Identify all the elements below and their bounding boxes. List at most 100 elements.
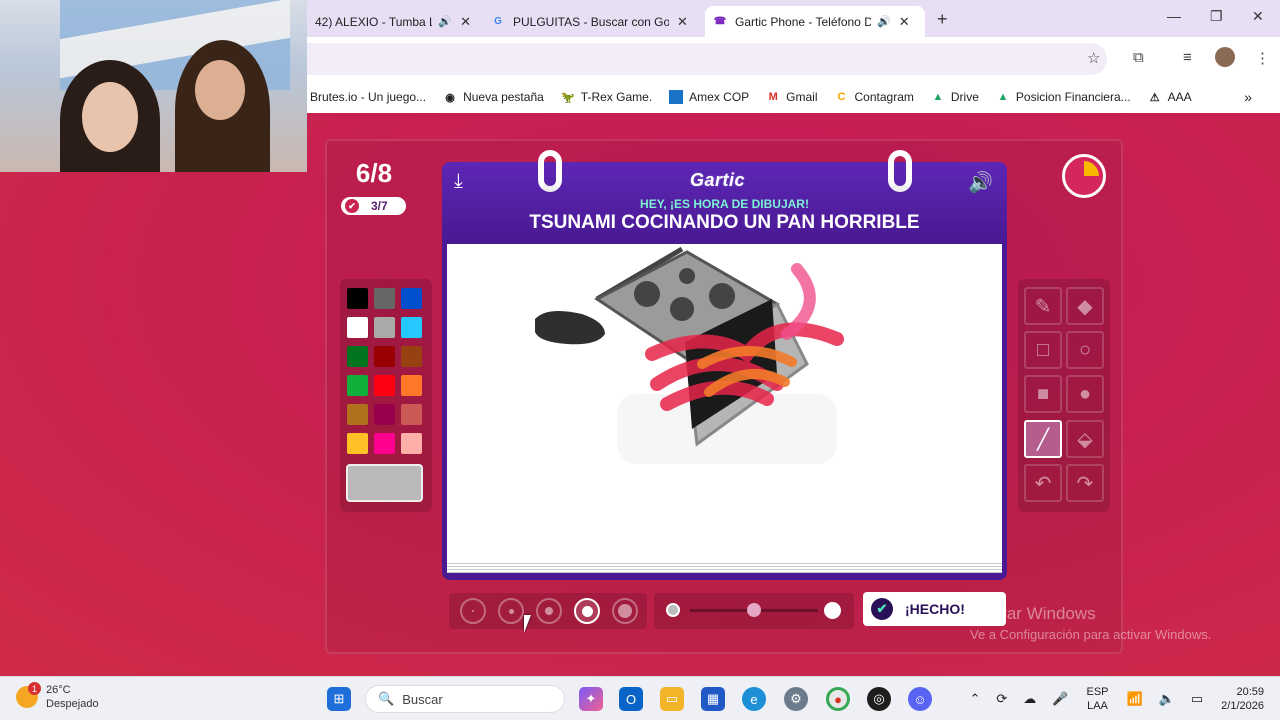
avatar[interactable] [1215,47,1235,67]
color-swatch[interactable] [401,317,422,338]
redo-icon[interactable]: ↷ [1066,464,1104,502]
color-swatch[interactable] [374,317,395,338]
wifi-icon[interactable]: 📶 [1127,691,1143,707]
weather-widget[interactable]: 1 26°C Despejado [16,682,99,711]
opacity-slider[interactable] [654,593,854,629]
ellipse-fill-tool-icon[interactable]: ● [1066,375,1104,413]
clock[interactable]: 20:59 2/1/2026 [1221,685,1264,713]
ellipse-outline-tool-icon[interactable]: ○ [1066,331,1104,369]
bookmark-item[interactable]: ◉ Nueva pestaña [443,90,544,104]
menu-icon[interactable]: ⋮ [1255,49,1270,67]
close-tab-icon[interactable]: ✕ [460,14,471,30]
color-swatch[interactable] [347,317,368,338]
color-swatch[interactable] [374,404,395,425]
bookmark-item[interactable]: ▲ Drive [931,90,979,104]
color-swatch[interactable] [347,375,368,396]
brush-size-option[interactable] [574,598,600,624]
copilot-icon[interactable]: ✦ [579,687,603,711]
omnibox[interactable] [307,43,1107,75]
chevron-up-icon[interactable]: ⌃ [969,691,980,707]
speaker-icon[interactable]: 🔈 [1159,691,1175,707]
color-swatch[interactable] [374,288,395,309]
bookmark-item[interactable]: ⚠ AAA [1148,90,1192,104]
undo-icon[interactable]: ↶ [1024,464,1062,502]
line-tool-icon[interactable]: ╱ [1024,420,1062,458]
language-indicator[interactable]: ESP LAA [1086,685,1108,713]
brush-size-option[interactable] [460,598,486,624]
color-swatch[interactable] [374,346,395,367]
tab-pulguitas[interactable]: G PULGUITAS - Buscar con Googl ✕ [483,6,699,37]
bookmark-item[interactable]: ▲ Posicion Financiera... [996,90,1130,104]
tab-title: Gartic Phone - Teléfono De [735,14,871,29]
fill-bucket-tool-icon[interactable]: ⬙ [1066,420,1104,458]
cloud-icon[interactable]: ☁ [1023,691,1036,707]
brush-size-option[interactable] [498,598,524,624]
color-swatch[interactable] [401,346,422,367]
file-explorer-icon[interactable]: ▭ [660,687,684,711]
download-icon[interactable]: ⤓ [454,170,463,193]
tab-title: PULGUITAS - Buscar con Googl [513,14,669,29]
media-control-icon[interactable]: ≡ [1183,49,1192,66]
color-swatch[interactable] [374,433,395,454]
obs-icon[interactable]: ◎ [867,687,891,711]
battery-icon[interactable]: ▭ [1191,691,1203,707]
taskbar-search[interactable]: 🔍 Buscar [365,685,565,713]
sync-icon[interactable]: ⟳ [996,691,1007,707]
color-swatch[interactable] [374,375,395,396]
restore-icon[interactable]: ❐ [1210,8,1223,25]
minimize-icon[interactable]: — [1167,8,1181,24]
more-bookmarks-icon[interactable]: » [1244,89,1252,105]
canvas-drawing [535,246,844,464]
close-tab-icon[interactable]: ✕ [677,14,688,30]
bookmark-label: Nueva pestaña [463,90,544,104]
bookmark-item[interactable]: Brutes.io - Un juego... [310,90,426,104]
color-swatch[interactable] [401,433,422,454]
color-swatch[interactable] [401,288,422,309]
bookmark-item[interactable]: C Contagram [835,90,914,104]
bookmark-item[interactable]: M Gmail [766,90,818,104]
drawing-canvas[interactable] [447,244,1002,561]
settings-gear-icon[interactable]: ⚙ [784,687,808,711]
chrome-icon[interactable]: ● [826,687,850,711]
tab-alexio[interactable]: 42) ALEXIO - Tumba La C 🔊 ✕ [307,6,479,37]
pencil-tool-icon[interactable]: ✎ [1024,287,1062,325]
color-swatch[interactable] [347,433,368,454]
rectangle-fill-tool-icon[interactable]: ■ [1024,375,1062,413]
webcam-overlay [0,0,307,172]
weather-condition: Despejado [46,698,99,710]
speaker-icon[interactable]: 🔊 [877,15,891,28]
brush-size-dot [545,607,553,615]
close-window-icon[interactable]: ✕ [1252,8,1264,25]
tab-gartic-phone[interactable]: ☎ Gartic Phone - Teléfono De 🔊 ✕ [705,6,925,37]
rectangle-outline-tool-icon[interactable]: □ [1024,331,1062,369]
edge-icon[interactable]: e [742,687,766,711]
timer-clock [1062,154,1106,198]
microphone-icon[interactable]: 🎤 [1052,691,1068,707]
store-icon[interactable]: ▦ [701,687,725,711]
bookmark-label: Drive [950,90,979,104]
new-tab-button[interactable]: + [937,9,948,30]
extensions-icon[interactable]: ⧉ [1133,49,1144,66]
slider-thumb[interactable] [747,603,761,617]
windows-start-icon[interactable]: ⊞ [327,687,351,711]
gartic-logo: Gartic [690,170,746,190]
brush-size-option[interactable] [536,598,562,624]
current-color-swatch [346,464,423,502]
volume-icon[interactable]: 🔊 [968,170,993,195]
color-swatch[interactable] [401,404,422,425]
bookmark-item[interactable]: Amex COP [669,90,749,104]
star-icon[interactable]: ☆ [1087,49,1100,67]
color-swatch[interactable] [347,404,368,425]
color-swatch[interactable] [347,346,368,367]
color-swatch[interactable] [401,375,422,396]
color-swatch[interactable] [347,288,368,309]
bookmark-item[interactable]: 🦖 T-Rex Game. [561,90,652,104]
outlook-icon[interactable]: O [619,687,643,711]
speaker-icon[interactable]: 🔊 [438,15,452,28]
brush-size-option[interactable] [612,598,638,624]
bookmark-label: Gmail [786,90,818,104]
eraser-tool-icon[interactable]: ◆ [1066,287,1104,325]
notification-badge: 1 [28,682,41,695]
close-tab-icon[interactable]: ✕ [899,14,910,30]
discord-icon[interactable]: ☺ [908,687,932,711]
